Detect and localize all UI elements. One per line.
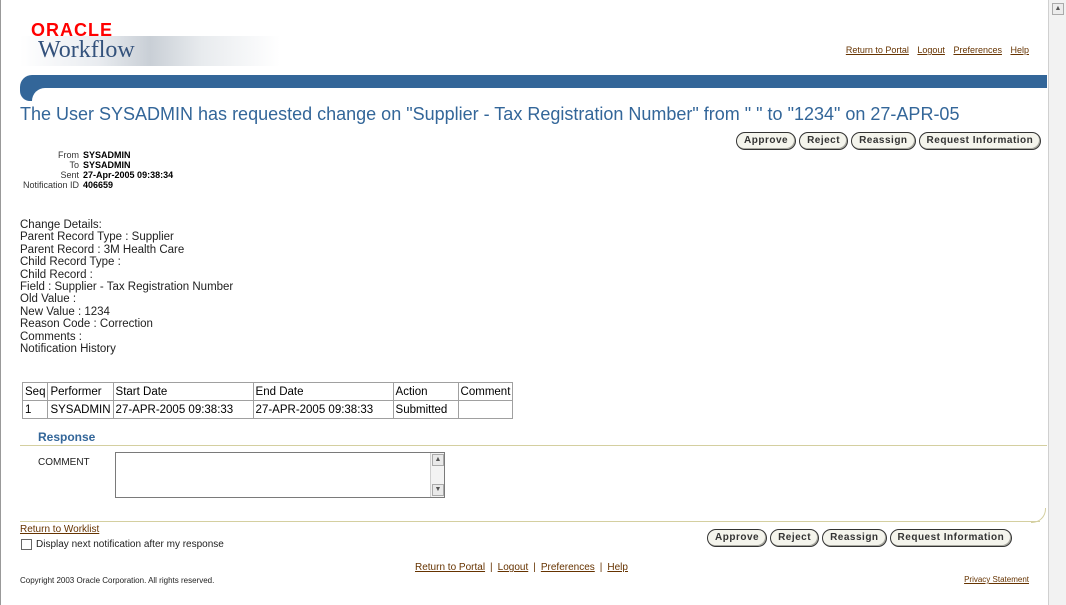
bottom-action-buttons: Approve Reject Reassign Request Informat… xyxy=(707,529,1013,547)
scroll-up-icon[interactable]: ▲ xyxy=(432,454,444,466)
notification-history-table: Seq Performer Start Date End Date Action… xyxy=(21,382,514,419)
detail-line: Comments : xyxy=(20,330,82,343)
approve-button[interactable]: Approve xyxy=(707,529,768,547)
request-information-button[interactable]: Request Information xyxy=(889,529,1013,547)
scroll-up-icon[interactable]: ▲ xyxy=(1052,3,1064,15)
display-next-option[interactable]: Display next notification after my respo… xyxy=(21,539,224,550)
privacy-statement-link[interactable]: Privacy Statement xyxy=(964,575,1029,584)
scroll-down-icon[interactable]: ▼ xyxy=(432,484,444,496)
header-row-from: From SYSADMIN xyxy=(21,150,175,160)
cell-end-date: 27-APR-2005 09:38:33 xyxy=(252,400,394,419)
history-header-row: Seq Performer Start Date End Date Action… xyxy=(21,382,514,401)
cell-action: Submitted xyxy=(392,400,459,419)
notification-header: From SYSADMIN To SYSADMIN Sent 27-Apr-20… xyxy=(21,150,175,190)
from-value: SYSADMIN xyxy=(83,150,131,160)
footer-separator: | xyxy=(490,562,493,573)
col-end-date: End Date xyxy=(252,382,394,401)
approve-button[interactable]: Approve xyxy=(736,132,797,150)
detail-line: Reason Code : Correction xyxy=(20,318,153,331)
from-label: From xyxy=(58,150,80,160)
header-row-notification-id: Notification ID 406659 xyxy=(21,180,175,190)
cell-performer: SYSADMIN xyxy=(47,400,114,419)
top-action-buttons: Approve Reject Reassign Request Informat… xyxy=(736,132,1042,150)
reject-button[interactable]: Reject xyxy=(799,132,849,150)
reassign-button[interactable]: Reassign xyxy=(822,529,887,547)
col-action: Action xyxy=(392,382,459,401)
workflow-banner: Workflow xyxy=(20,36,280,66)
reassign-button[interactable]: Reassign xyxy=(851,132,916,150)
comment-textarea[interactable]: ▲ ▼ xyxy=(115,452,445,498)
detail-line: Change Details: xyxy=(20,219,102,231)
col-performer: Performer xyxy=(47,382,114,401)
col-seq: Seq xyxy=(21,382,49,401)
detail-line: New Value : 1234 xyxy=(20,305,110,318)
nav-return-to-portal[interactable]: Return to Portal xyxy=(846,45,909,55)
to-value: SYSADMIN xyxy=(83,160,131,170)
detail-line: Field : Supplier - Tax Registration Numb… xyxy=(20,281,234,294)
cell-start-date: 27-APR-2005 09:38:33 xyxy=(112,400,254,419)
nav-help[interactable]: Help xyxy=(1010,45,1029,55)
cell-seq: 1 xyxy=(21,400,49,419)
nav-logout[interactable]: Logout xyxy=(917,45,945,55)
col-start-date: Start Date xyxy=(112,382,254,401)
display-next-checkbox[interactable] xyxy=(21,539,32,550)
col-comment: Comment xyxy=(457,382,514,401)
notification-id-label: Notification ID xyxy=(23,180,80,190)
page-title: The User SYSADMIN has requested change o… xyxy=(20,104,960,124)
comment-scrollbar[interactable]: ▲ ▼ xyxy=(430,453,444,497)
header-bar-inner xyxy=(32,88,1047,101)
detail-line: Parent Record Type : Supplier xyxy=(20,231,174,244)
detail-line: Parent Record : 3M Health Care xyxy=(20,243,185,256)
global-nav: Return to Portal Logout Preferences Help xyxy=(840,45,1029,55)
cell-comment xyxy=(457,400,514,419)
footer-preferences[interactable]: Preferences xyxy=(541,562,595,573)
nav-preferences[interactable]: Preferences xyxy=(953,45,1002,55)
copyright-text: Copyright 2003 Oracle Corporation. All r… xyxy=(20,576,215,585)
detail-line: Notification History xyxy=(20,343,116,356)
sent-value: 27-Apr-2005 09:38:34 xyxy=(83,170,174,180)
display-next-label: Display next notification after my respo… xyxy=(36,539,224,550)
response-heading: Response xyxy=(38,430,96,444)
sent-label: Sent xyxy=(60,170,80,180)
table-row: 1 SYSADMIN 27-APR-2005 09:38:33 27-APR-2… xyxy=(21,400,514,419)
workflow-wordmark: Workflow xyxy=(38,37,135,63)
section-divider xyxy=(20,521,1040,522)
to-label: To xyxy=(69,160,80,170)
comment-label: COMMENT xyxy=(38,457,90,468)
footer-nav: Return to Portal | Logout | Preferences | Help xyxy=(415,562,628,573)
footer-return-to-portal[interactable]: Return to Portal xyxy=(415,562,485,573)
footer-separator: | xyxy=(599,562,603,573)
change-details: Change Details: Parent Record Type : Sup… xyxy=(20,219,233,355)
header-row-sent: Sent 27-Apr-2005 09:38:34 xyxy=(21,170,175,180)
footer-help[interactable]: Help xyxy=(607,562,628,573)
footer-logout[interactable]: Logout xyxy=(498,562,529,573)
header-row-to: To SYSADMIN xyxy=(21,160,175,170)
reject-button[interactable]: Reject xyxy=(770,529,820,547)
footer-separator: | xyxy=(533,562,536,573)
request-information-button[interactable]: Request Information xyxy=(918,132,1042,150)
page-frame: ORACLE Workflow Return to Portal Logout … xyxy=(0,0,1050,605)
response-divider xyxy=(20,445,1047,446)
return-to-worklist-link[interactable]: Return to Worklist xyxy=(20,524,99,535)
oracle-workflow-logo: ORACLE Workflow xyxy=(20,20,280,70)
detail-line: Child Record Type : xyxy=(20,256,121,269)
detail-line: Old Value : xyxy=(20,293,77,306)
notification-id-value: 406659 xyxy=(83,180,114,190)
detail-line: Child Record : xyxy=(20,268,93,281)
page-scrollbar[interactable]: ▲ xyxy=(1048,0,1066,605)
